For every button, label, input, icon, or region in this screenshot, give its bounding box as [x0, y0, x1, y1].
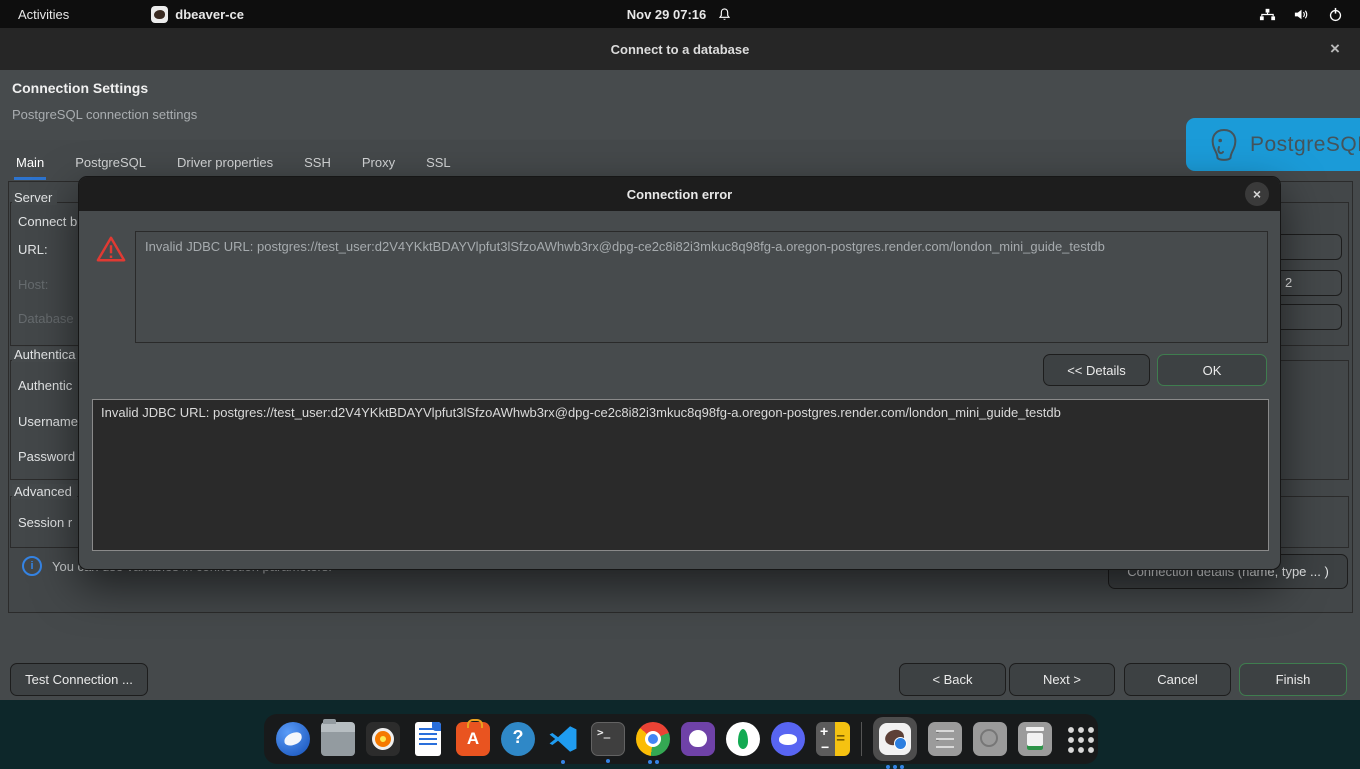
error-details-textarea[interactable]: Invalid JDBC URL: postgres://test_user:d… [92, 399, 1269, 551]
vscode-glyph [546, 722, 580, 756]
host-label: Host: [18, 277, 48, 292]
chrome-icon[interactable] [636, 722, 670, 756]
discord-icon[interactable] [771, 722, 805, 756]
advanced-group-label: Advanced [12, 484, 77, 499]
port-value-fragment: 2 [1285, 275, 1292, 290]
app-grid-icon[interactable] [1063, 722, 1097, 756]
authentication-group-label: Authentica [12, 347, 80, 362]
postgresql-elephant-icon [1204, 125, 1244, 165]
terminal-icon[interactable] [591, 722, 625, 756]
vscode-icon[interactable] [546, 722, 580, 756]
page-subtitle: PostgreSQL connection settings [12, 107, 197, 122]
running-indicator [636, 760, 670, 764]
connect-by-label: Connect b [18, 214, 77, 229]
volume-icon [1293, 7, 1310, 22]
dbeaver-app-icon [151, 6, 168, 23]
clock-text: Nov 29 07:16 [627, 7, 707, 22]
focused-app-name: dbeaver-ce [175, 7, 244, 22]
details-toggle-button[interactable]: << Details [1043, 354, 1150, 386]
disk-icon[interactable] [973, 722, 1007, 756]
thunderbird-icon[interactable] [276, 722, 310, 756]
cancel-button[interactable]: Cancel [1124, 663, 1231, 696]
window-close-icon[interactable]: × [1324, 38, 1346, 60]
wizard-header: Connection Settings PostgreSQL connectio… [0, 70, 1360, 140]
bell-icon [716, 7, 733, 22]
server-group-label: Server [12, 190, 57, 205]
postgresql-logo-text: PostgreSQL [1250, 133, 1360, 157]
authentication-label: Authentic [18, 378, 72, 393]
files-icon[interactable] [321, 722, 355, 756]
username-label: Username [18, 414, 78, 429]
finish-button[interactable]: Finish [1239, 663, 1347, 696]
github-desktop-icon[interactable] [681, 722, 715, 756]
power-icon [1327, 7, 1344, 22]
focused-app-indicator[interactable]: dbeaver-ce [151, 6, 244, 23]
dbeaver-glyph [879, 723, 911, 755]
drives-icon[interactable] [928, 722, 962, 756]
error-dialog-title: Connection error [627, 187, 732, 202]
password-label: Password [18, 449, 75, 464]
running-indicator [873, 765, 917, 769]
libreoffice-writer-icon[interactable] [415, 722, 441, 756]
mongodb-icon[interactable] [726, 722, 760, 756]
running-indicator [546, 760, 580, 764]
dock-separator [861, 722, 862, 756]
back-button[interactable]: < Back [899, 663, 1006, 696]
activities-button[interactable]: Activities [18, 7, 69, 22]
dock: − [264, 714, 1098, 764]
calculator-icon[interactable]: − [816, 722, 850, 756]
postgresql-logo: PostgreSQL [1186, 118, 1360, 171]
warning-icon [95, 234, 127, 264]
database-label: Database [18, 311, 74, 326]
test-connection-button[interactable]: Test Connection ... [10, 663, 148, 696]
trash-icon[interactable] [1018, 722, 1052, 756]
error-message-box: Invalid JDBC URL: postgres://test_user:d… [135, 231, 1268, 343]
window-title: Connect to a database [611, 42, 750, 57]
help-icon[interactable] [501, 722, 535, 756]
next-button[interactable]: Next > [1009, 663, 1115, 696]
session-role-label: Session r [18, 515, 72, 530]
ubuntu-software-icon[interactable] [456, 722, 490, 756]
url-label: URL: [18, 242, 48, 257]
connection-error-dialog: Connection error × Invalid JDBC URL: pos… [78, 176, 1281, 570]
running-indicator [592, 759, 624, 763]
rhythmbox-icon[interactable] [366, 722, 400, 756]
window-title-bar[interactable]: Connect to a database × [0, 28, 1360, 70]
page-title: Connection Settings [12, 80, 148, 96]
dbeaver-icon[interactable] [873, 717, 917, 761]
network-icon [1259, 7, 1276, 22]
tab-main[interactable]: Main [14, 150, 46, 180]
ok-button[interactable]: OK [1157, 354, 1267, 386]
system-top-bar: Activities dbeaver-ce Nov 29 07:16 [0, 0, 1360, 28]
error-dialog-close-icon[interactable]: × [1245, 182, 1269, 206]
error-dialog-title-bar[interactable]: Connection error × [79, 177, 1280, 211]
info-icon: i [22, 556, 42, 576]
system-tray[interactable] [1259, 0, 1344, 28]
